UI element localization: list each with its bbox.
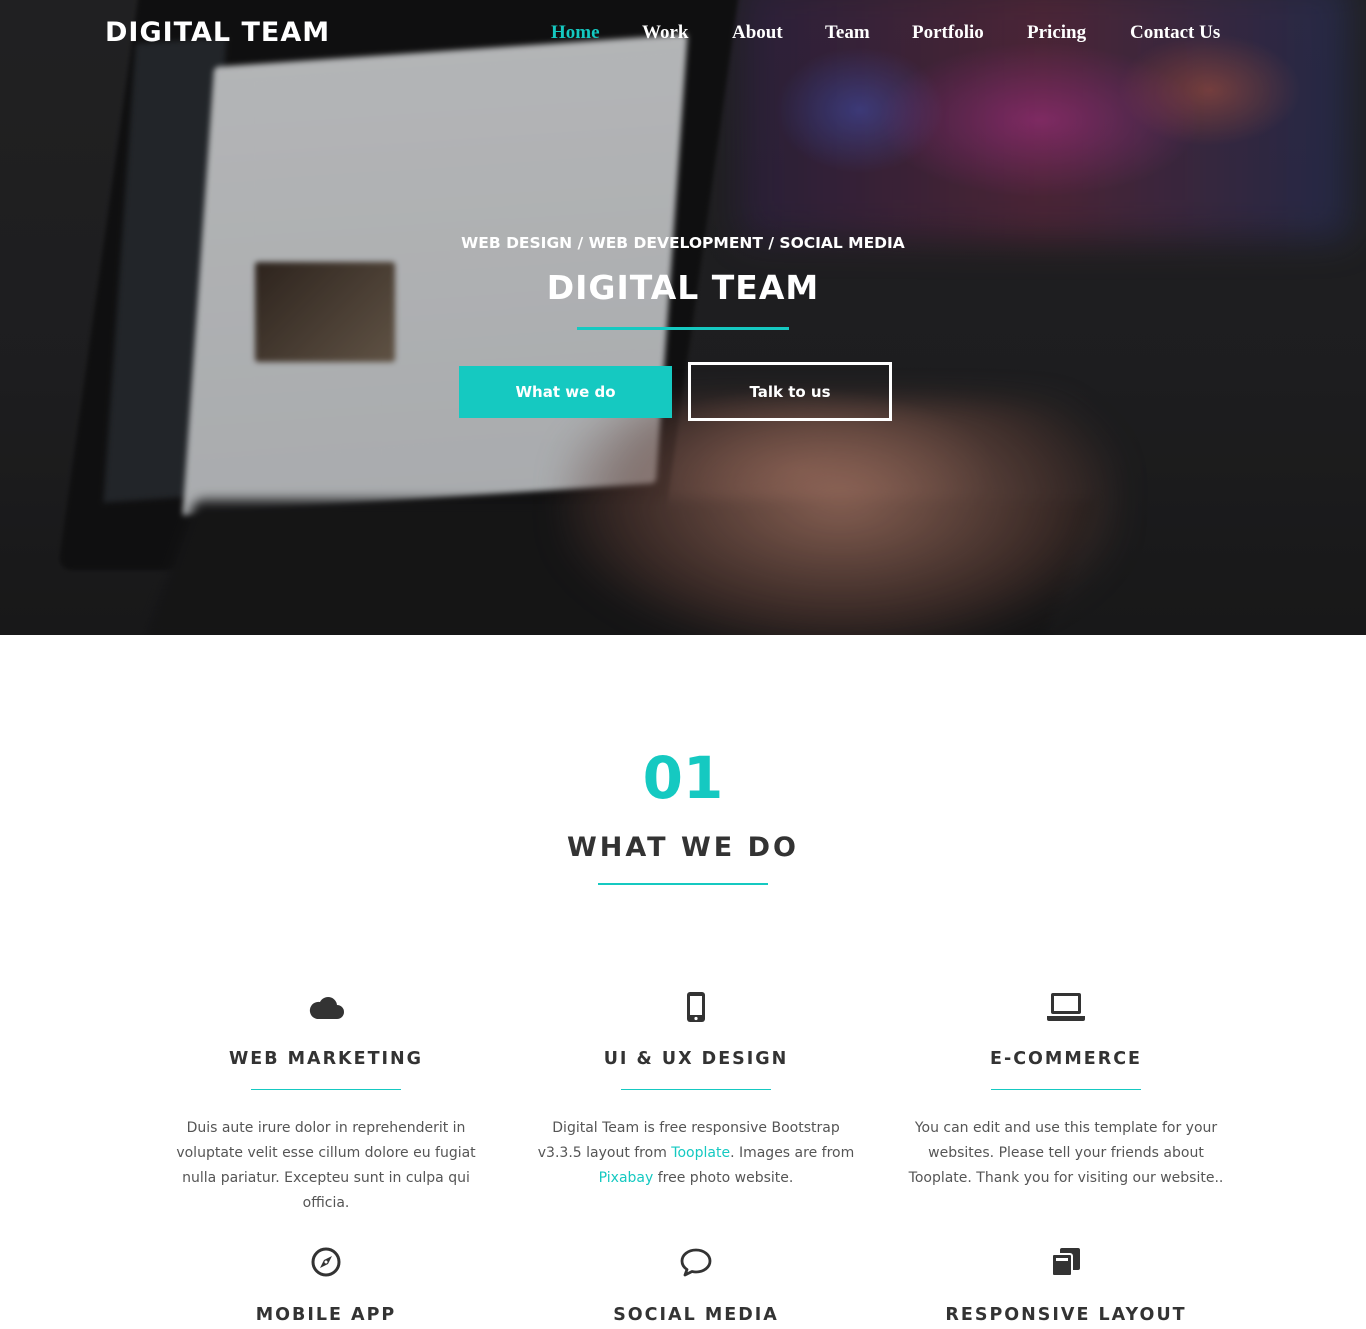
description-text: free photo website. xyxy=(653,1170,794,1186)
service-title: SOCIAL MEDIA xyxy=(613,1305,779,1325)
section-title: WHAT WE DO xyxy=(567,832,799,863)
what-we-do-button[interactable]: What we do xyxy=(459,366,672,418)
main-nav: Home Work About Team Portfolio Pricing C… xyxy=(0,22,1366,52)
section-divider xyxy=(598,883,768,885)
nav-item-pricing[interactable]: Pricing xyxy=(1027,22,1086,44)
service-title: MOBILE APP xyxy=(255,1305,397,1325)
nav-item-about[interactable]: About xyxy=(732,22,783,44)
service-description: You can edit and use this template for y… xyxy=(908,1120,1224,1186)
hero-title: DIGITAL TEAM xyxy=(546,268,820,307)
nav-item-team[interactable]: Team xyxy=(825,22,870,44)
service-title: E-COMMERCE xyxy=(990,1049,1142,1069)
pixabay-link[interactable]: Pixabay xyxy=(599,1170,654,1186)
layers-copy-icon xyxy=(1046,1242,1086,1282)
service-title: WEB MARKETING xyxy=(228,1049,424,1069)
service-divider xyxy=(991,1089,1141,1090)
service-title: RESPONSIVE LAYOUT xyxy=(945,1305,1187,1325)
service-title: UI & UX DESIGN xyxy=(603,1049,789,1069)
cloud-icon xyxy=(306,987,346,1027)
chat-bubble-icon xyxy=(676,1242,716,1282)
hero-overlay xyxy=(0,0,1366,635)
tooplate-link[interactable]: Tooplate xyxy=(671,1145,730,1161)
talk-to-us-button[interactable]: Talk to us xyxy=(688,362,892,421)
service-divider xyxy=(251,1089,401,1090)
service-description: Digital Team is free responsive Bootstra… xyxy=(531,1116,861,1191)
hero-divider xyxy=(577,327,789,330)
section-number: 01 xyxy=(642,744,724,812)
nav-item-work[interactable]: Work xyxy=(642,22,688,44)
hero-subtitle: WEB DESIGN / WEB DEVELOPMENT / SOCIAL ME… xyxy=(461,234,905,252)
mobile-phone-icon xyxy=(676,987,716,1027)
description-text: . Images are from xyxy=(730,1145,855,1161)
service-divider xyxy=(621,1089,771,1090)
nav-item-home[interactable]: Home xyxy=(551,22,600,44)
hero-section: DIGITAL TEAM Home Work About Team Portfo… xyxy=(0,0,1366,635)
nav-item-contact-us[interactable]: Contact Us xyxy=(1130,22,1220,44)
service-description: Duis aute irure dolor in reprehenderit i… xyxy=(176,1120,476,1211)
laptop-icon xyxy=(1046,987,1086,1027)
nav-item-portfolio[interactable]: Portfolio xyxy=(912,22,984,44)
compass-icon xyxy=(306,1242,346,1282)
